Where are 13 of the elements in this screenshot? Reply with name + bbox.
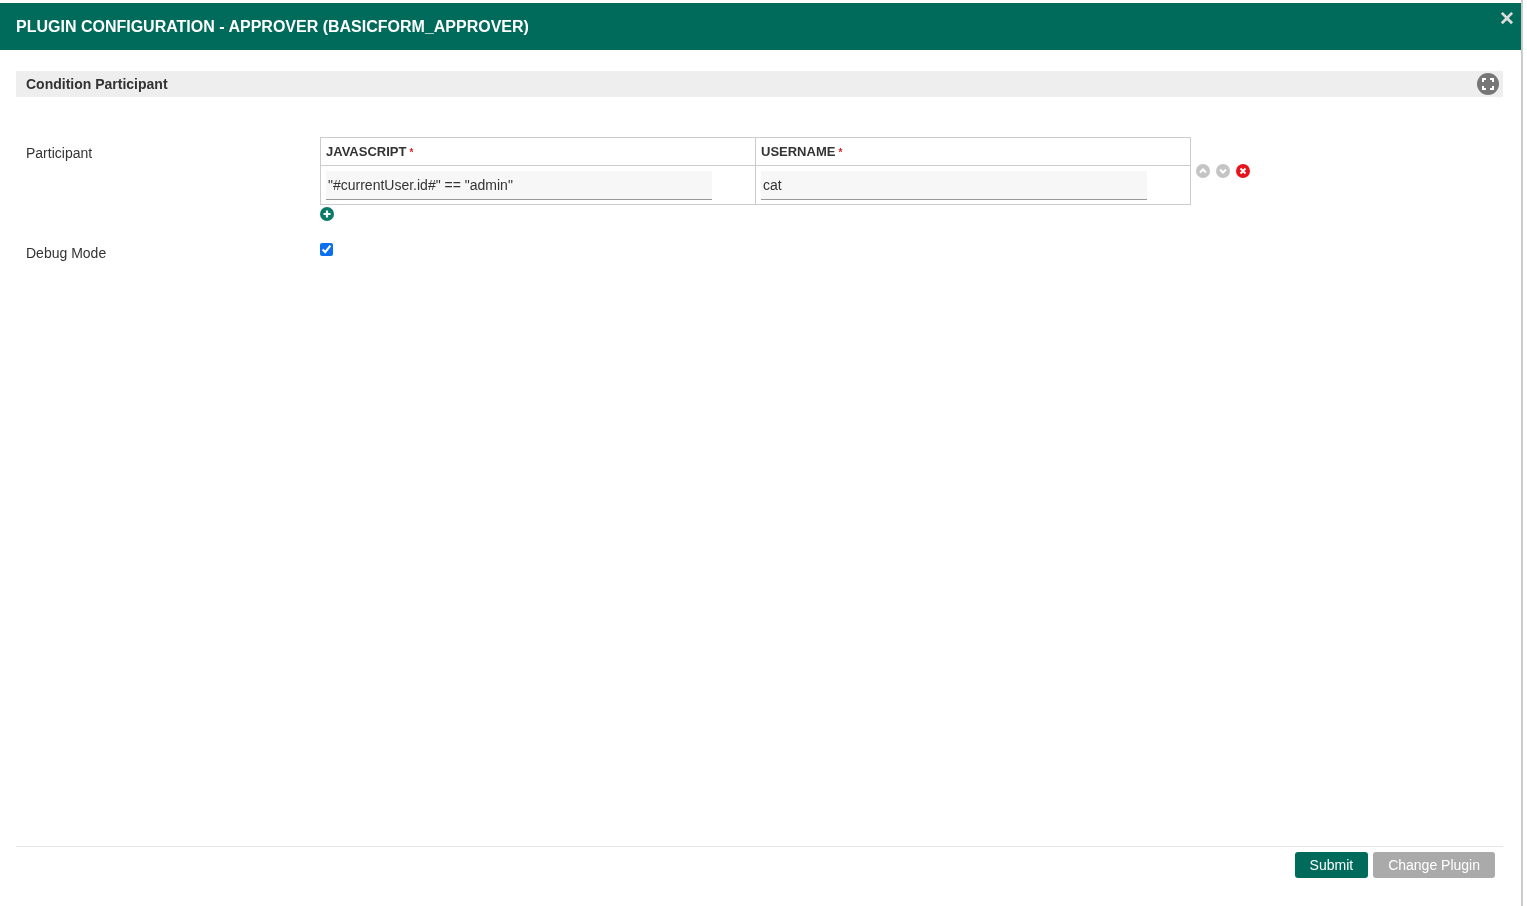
field-label: Participant: [25, 144, 94, 163]
input-field[interactable]: cat: [761, 171, 1147, 200]
add-icon[interactable]: [320, 207, 334, 221]
delete-icon[interactable]: [1236, 164, 1250, 178]
column-header: USERNAME *: [755, 137, 1191, 166]
dialog-title: PLUGIN CONFIGURATION - APPROVER (BASICFORM_APPROVER): [16, 17, 529, 36]
section-title: Condition Participant: [26, 76, 168, 92]
debug-checkbox[interactable]: [320, 243, 333, 256]
fullscreen-icon[interactable]: [1477, 73, 1499, 95]
input-field[interactable]: "#currentUser.id#" == "admin": [326, 171, 712, 200]
submit-button[interactable]: Submit: [1294, 852, 1369, 878]
field-label: Debug Mode: [25, 244, 108, 261]
column-header: JAVASCRIPT *: [320, 137, 756, 166]
